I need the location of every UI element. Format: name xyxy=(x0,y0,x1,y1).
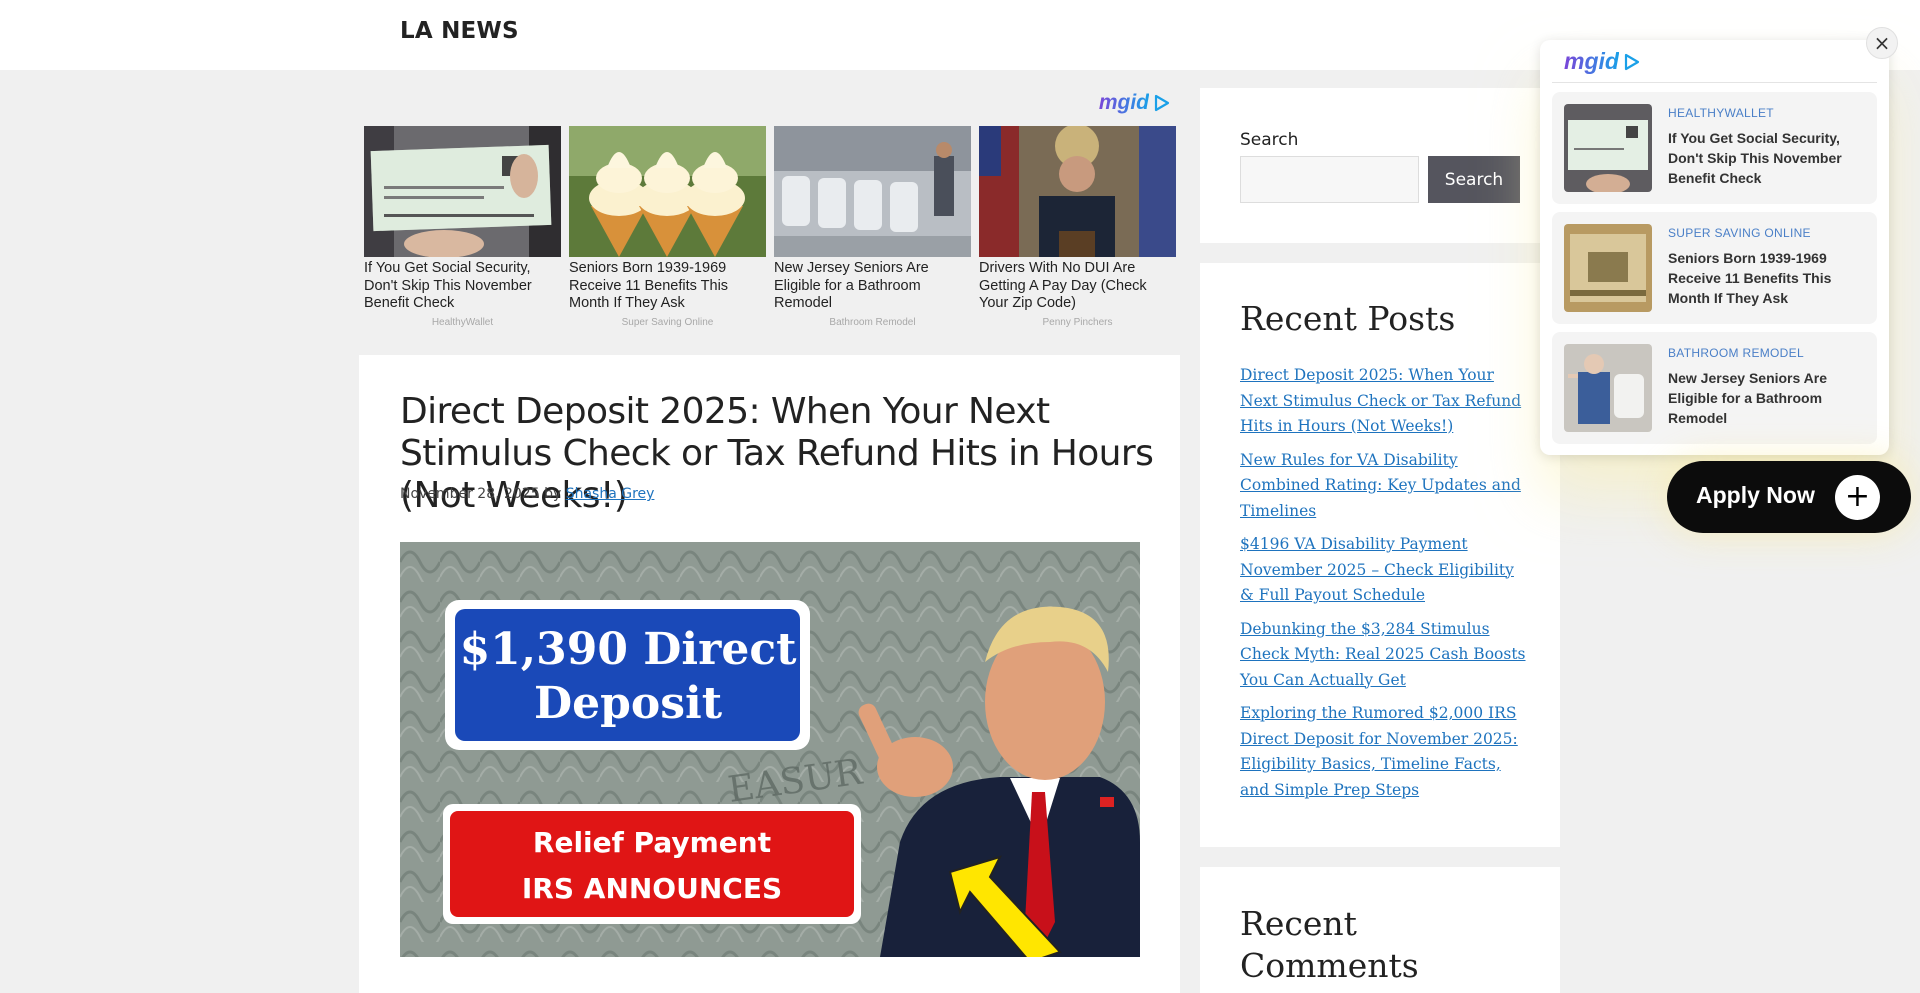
search-input[interactable] xyxy=(1240,156,1419,203)
ad-thumb-check xyxy=(1564,104,1652,192)
recent-posts-heading: Recent Posts xyxy=(1240,299,1456,338)
ad-card-title: Drivers With No DUI Are Getting A Pay Da… xyxy=(979,260,1147,311)
article-date: November 28, 2025 xyxy=(400,486,540,502)
hero-banner-line1: Relief Payment xyxy=(533,826,771,859)
ad-card-title: Seniors Born 1939-1969 Receive 11 Benefi… xyxy=(569,260,729,311)
ad-image-toilets xyxy=(774,126,971,257)
recent-comments-widget: Recent Comments xyxy=(1200,867,1560,993)
divider xyxy=(1552,82,1877,83)
floating-ad-item[interactable]: HEALTHYWALLET If You Get Social Security… xyxy=(1552,92,1877,204)
list-item: Debunking the $3,284 Stimulus Check Myth… xyxy=(1240,617,1530,694)
ad-card[interactable]: Drivers With No DUI Are Getting A Pay Da… xyxy=(979,126,1176,328)
mgid-brand-text: mgid xyxy=(1098,91,1149,114)
ad-card[interactable]: New Jersey Seniors Are Eligible for a Ba… xyxy=(774,126,971,328)
list-item: Exploring the Rumored $2,000 IRS Direct … xyxy=(1240,701,1530,803)
hero-graphic: EASUR $1,390 Direct Deposit Relief Payme… xyxy=(400,542,1140,957)
mgid-logo[interactable]: mgid xyxy=(1099,91,1171,115)
ad-card-source: Super Saving Online xyxy=(621,317,714,328)
article-meta: November 28, 2025 by Shasha Grey xyxy=(400,486,654,502)
recent-posts-widget: Recent Posts Direct Deposit 2025: When Y… xyxy=(1200,263,1560,847)
site-title[interactable]: LA NEWS xyxy=(400,18,519,44)
recent-post-link[interactable]: New Rules for VA Disability Combined Rat… xyxy=(1240,451,1521,520)
ad-card-title: If You Get Social Security, Don't Skip T… xyxy=(364,260,532,311)
ad-image-officer xyxy=(979,126,1176,257)
mgid-logo[interactable]: mgid xyxy=(1564,48,1641,75)
recent-post-link[interactable]: Debunking the $3,284 Stimulus Check Myth… xyxy=(1240,620,1526,689)
ad-choices-icon xyxy=(1154,94,1170,112)
apply-now-label: Apply Now xyxy=(1696,482,1815,508)
recent-posts-list: Direct Deposit 2025: When Your Next Stim… xyxy=(1240,363,1530,811)
article-hero-image: EASUR $1,390 Direct Deposit Relief Payme… xyxy=(400,542,1140,957)
mgid-brand-text: mgid xyxy=(1564,48,1619,74)
recent-post-link[interactable]: $4196 VA Disability Payment November 202… xyxy=(1240,535,1514,604)
floating-ad-title: If You Get Social Security, Don't Skip T… xyxy=(1668,130,1842,186)
list-item: Direct Deposit 2025: When Your Next Stim… xyxy=(1240,363,1530,440)
article-author-link[interactable]: Shasha Grey xyxy=(566,486,655,502)
ad-thumb-banknote xyxy=(1564,224,1652,312)
floating-ad-widget: mgid HEALTHYWALLET If You Get Social Sec… xyxy=(1540,40,1889,455)
floating-ad-source: HEALTHYWALLET xyxy=(1668,106,1774,120)
ad-card[interactable]: If You Get Social Security, Don't Skip T… xyxy=(364,126,561,328)
plus-icon: + xyxy=(1835,475,1880,520)
list-item: New Rules for VA Disability Combined Rat… xyxy=(1240,448,1530,525)
close-button[interactable]: × xyxy=(1866,27,1898,59)
close-icon: × xyxy=(1873,31,1891,55)
list-item: $4196 VA Disability Payment November 202… xyxy=(1240,532,1530,609)
apply-now-button[interactable]: Apply Now + xyxy=(1667,461,1911,533)
article: Direct Deposit 2025: When Your Next Stim… xyxy=(359,355,1180,993)
ad-card[interactable]: Seniors Born 1939-1969 Receive 11 Benefi… xyxy=(569,126,766,328)
search-button[interactable]: Search xyxy=(1428,156,1520,203)
recent-post-link[interactable]: Exploring the Rumored $2,000 IRS Direct … xyxy=(1240,704,1518,799)
floating-ad-item[interactable]: BATHROOM REMODEL New Jersey Seniors Are … xyxy=(1552,332,1877,444)
ad-card-source: Penny Pinchers xyxy=(1042,317,1113,328)
floating-ad-title: New Jersey Seniors Are Eligible for a Ba… xyxy=(1668,370,1828,426)
recent-post-link[interactable]: Direct Deposit 2025: When Your Next Stim… xyxy=(1240,366,1521,435)
ad-card-source: Bathroom Remodel xyxy=(829,317,916,328)
hero-banner-line2: IRS ANNOUNCES xyxy=(522,872,782,905)
ad-strip: mgid If You Get Social Security, Don't S… xyxy=(359,88,1179,340)
ad-image-check xyxy=(364,126,561,257)
hero-badge-line2: Deposit xyxy=(534,678,723,729)
ad-image-ice-cream xyxy=(569,126,766,257)
ad-card-source: HealthyWallet xyxy=(431,317,494,328)
floating-ad-item[interactable]: SUPER SAVING ONLINE Seniors Born 1939-19… xyxy=(1552,212,1877,324)
hero-badge-line1: $1,390 Direct xyxy=(460,624,798,675)
search-widget: Search Search xyxy=(1200,88,1560,243)
recent-comments-heading: Recent Comments xyxy=(1240,904,1419,985)
ad-choices-icon xyxy=(1624,53,1640,70)
floating-ad-title: Seniors Born 1939-1969 Receive 11 Benefi… xyxy=(1668,250,1832,306)
floating-ad-source: SUPER SAVING ONLINE xyxy=(1668,226,1811,240)
ad-card-title: New Jersey Seniors Are Eligible for a Ba… xyxy=(774,260,929,311)
search-label: Search xyxy=(1240,130,1299,150)
floating-ad-source: BATHROOM REMODEL xyxy=(1668,346,1804,360)
article-by: by xyxy=(544,486,562,502)
ad-thumb-bathroom xyxy=(1564,344,1652,432)
